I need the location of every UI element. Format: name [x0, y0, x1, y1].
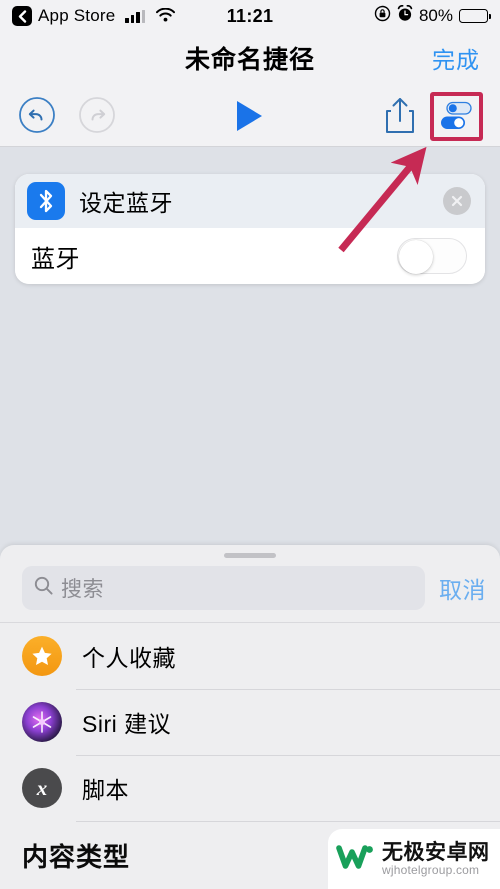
- siri-orb-icon: [22, 702, 62, 742]
- wifi-icon: [156, 6, 176, 27]
- search-placeholder: 搜索: [61, 578, 104, 601]
- list-item-scripting[interactable]: x 脚本: [0, 755, 500, 821]
- status-bar-right: 80%: [374, 4, 491, 27]
- watermark: 无极安卓网 wjhotelgroup.com: [328, 829, 500, 889]
- rotation-lock-icon: [374, 5, 391, 27]
- search-row: 搜索 取消: [0, 558, 500, 623]
- search-icon: [34, 576, 53, 600]
- switch-toggle-off-icon[interactable]: [397, 238, 467, 274]
- play-icon[interactable]: [232, 99, 268, 138]
- status-bar: App Store 11:21 80%: [0, 0, 500, 32]
- done-button[interactable]: 完成: [432, 41, 480, 75]
- toggles-settings-icon[interactable]: [437, 96, 475, 134]
- action-title: 设定蓝牙: [79, 190, 173, 216]
- cellular-signal-icon: [125, 9, 146, 23]
- action-card-set-bluetooth[interactable]: 设定蓝牙 蓝牙: [15, 174, 485, 284]
- switch-knob: [399, 240, 433, 274]
- chevron-left-icon[interactable]: [12, 6, 32, 26]
- bluetooth-row-label: 蓝牙: [31, 245, 80, 273]
- w-logo-icon: [336, 842, 376, 877]
- list-item-siri-suggestions[interactable]: Siri 建议: [0, 689, 500, 755]
- redo-icon: [78, 96, 116, 139]
- battery-icon: [459, 9, 491, 23]
- undo-icon[interactable]: [18, 96, 56, 139]
- action-card-body: 蓝牙: [15, 228, 485, 284]
- list-item-favorites[interactable]: 个人收藏: [0, 623, 500, 689]
- battery-percent-label: 80%: [418, 6, 453, 25]
- status-bar-app-name[interactable]: App Store: [38, 6, 115, 26]
- alarm-clock-icon: [397, 4, 413, 27]
- cancel-button[interactable]: 取消: [439, 571, 486, 605]
- star-icon: [22, 636, 62, 676]
- editor-toolbar: [0, 84, 500, 147]
- list-item-label: 脚本: [82, 777, 129, 803]
- search-input[interactable]: 搜索: [22, 566, 425, 610]
- status-bar-left: App Store: [12, 6, 176, 27]
- bluetooth-icon: [27, 182, 65, 220]
- navigation-bar: 未命名捷径 完成: [0, 32, 500, 84]
- list-item-label: 个人收藏: [82, 645, 176, 671]
- watermark-url: wjhotelgroup.com: [382, 862, 480, 877]
- share-icon[interactable]: [383, 95, 417, 140]
- list-item-label: Siri 建议: [82, 711, 172, 737]
- action-card-header: 设定蓝牙: [15, 174, 485, 228]
- close-circle-icon[interactable]: [443, 187, 471, 215]
- script-x-icon: x: [22, 768, 62, 808]
- shortcut-canvas: 设定蓝牙 蓝牙: [0, 147, 500, 545]
- watermark-name: 无极安卓网: [382, 840, 490, 864]
- page-title: 未命名捷径: [184, 46, 315, 74]
- watermark-text: 无极安卓网 wjhotelgroup.com: [382, 840, 490, 877]
